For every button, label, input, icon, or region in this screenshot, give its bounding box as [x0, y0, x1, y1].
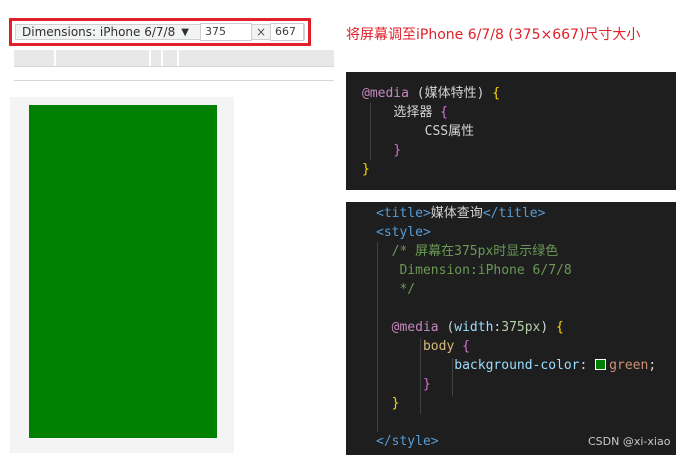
open-brace: {: [556, 320, 564, 335]
height-input[interactable]: 667: [270, 23, 304, 41]
media-keyword: @media: [391, 320, 439, 335]
media-keyword: @media: [362, 86, 409, 101]
close-brace: }: [362, 162, 370, 177]
device-toolbar-highlight: Dimensions: iPhone 6/7/8 ▼ 375 × 667: [9, 18, 311, 46]
annotation-caption: 将屏幕调至iPhone 6/7/8 (375×667)尺寸大小: [346, 27, 641, 43]
open-brace: {: [462, 339, 470, 354]
media-feature-name: width: [454, 320, 494, 335]
indent-guide: [452, 358, 453, 396]
media-query-example-panel: <title>媒体查询</title> <style> /* 屏幕在375px时显…: [346, 202, 676, 455]
selector-body: body: [422, 339, 463, 354]
watermark: CSDN @xi-xiao: [588, 435, 671, 448]
close-brace: }: [422, 377, 431, 392]
caret-down-icon: ▼: [181, 26, 189, 38]
ruler-tick: [177, 50, 179, 66]
css-property-name: background-color: [454, 358, 580, 373]
css-property-value: green: [609, 358, 649, 373]
paren-open: (: [438, 320, 455, 335]
ruler-divider: [14, 80, 334, 81]
indent-guide: [377, 242, 378, 432]
emulated-viewport: [10, 97, 234, 453]
indent-guide: [420, 338, 421, 414]
green-page-body: [29, 105, 217, 438]
open-brace: {: [440, 105, 448, 120]
close-brace: }: [391, 396, 400, 411]
device-dropdown[interactable]: Dimensions: iPhone 6/7/8 ▼: [16, 25, 196, 39]
comment-line: /* 屏幕在375px时显示绿色: [391, 244, 559, 259]
style-close-tag: </style>: [376, 434, 439, 449]
css-property-text: CSS属性: [424, 124, 475, 139]
close-brace: }: [393, 143, 402, 158]
ruler-tick: [161, 50, 163, 66]
comment-line: */: [399, 282, 416, 297]
indent-guide: [370, 103, 371, 160]
viewport-ruler: [14, 50, 334, 67]
semicolon: ;: [648, 358, 657, 373]
title-close-tag: </title>: [482, 206, 546, 221]
title-text: 媒体查询: [430, 206, 483, 221]
device-toolbar: Dimensions: iPhone 6/7/8 ▼ 375 × 667: [15, 23, 305, 41]
width-input[interactable]: 375: [200, 23, 252, 41]
selector-text: 选择器: [393, 105, 441, 120]
comment-line: Dimension:iPhone 6/7/8: [399, 263, 572, 278]
ruler-tick: [54, 50, 56, 66]
media-feature-value: 375px: [501, 320, 541, 335]
media-query-syntax-panel: @media (媒体特性) { 选择器 { CSS属性 }}: [346, 72, 676, 190]
title-open-tag: <title>: [376, 206, 431, 221]
style-open-tag: <style>: [376, 225, 431, 240]
color-swatch-icon[interactable]: [595, 359, 607, 370]
ruler-tick: [149, 50, 151, 66]
times-icon[interactable]: ×: [252, 25, 270, 39]
device-dropdown-label: Dimensions: iPhone 6/7/8: [22, 25, 176, 39]
colon: :: [579, 358, 596, 373]
media-feature-text: (媒体特性): [408, 86, 493, 101]
paren-close: ): [540, 320, 557, 335]
open-brace: {: [492, 86, 501, 101]
